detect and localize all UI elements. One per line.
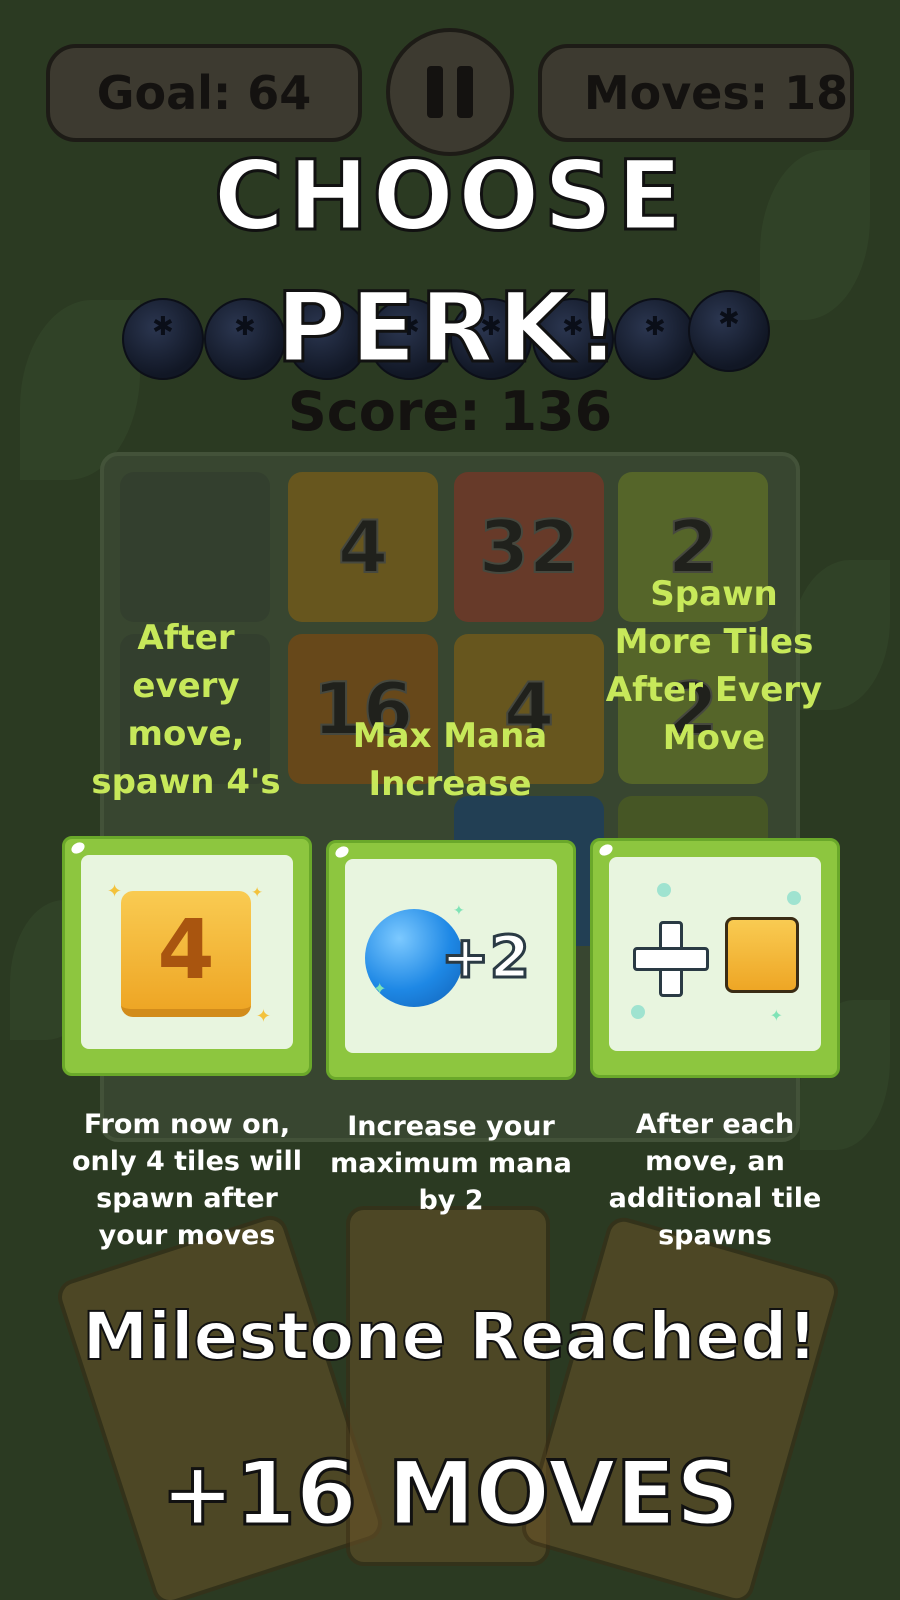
sparkle-icon: ✦ xyxy=(453,903,465,919)
perk-card-max-mana[interactable]: +2 ✦ ✦ xyxy=(326,840,576,1080)
score-label: Score: 136 xyxy=(287,380,613,443)
perk-name: Max Mana Increase xyxy=(352,716,548,804)
bubble-icon xyxy=(657,883,671,897)
perk-card-art: ✦ xyxy=(609,857,821,1051)
card-shine xyxy=(69,840,87,856)
goal-display: Goal: 64 xyxy=(46,44,362,142)
plus-tile-icon xyxy=(725,917,799,993)
perk-card-spawn-more-tiles[interactable]: ✦ xyxy=(590,838,840,1078)
moves-label: Moves: 18 xyxy=(583,66,849,120)
overlay-title-line2: PERK! xyxy=(274,271,625,386)
pause-icon xyxy=(427,66,443,118)
board-cell: 32 xyxy=(454,472,604,622)
card-shine xyxy=(597,842,615,858)
sparkle-icon: ✦ xyxy=(107,881,123,902)
pause-icon-bar xyxy=(457,66,473,118)
perk-card-art: 4 ✦ ✦ ✦ xyxy=(81,855,293,1049)
moves-bonus-banner: +16 MOVES xyxy=(159,1441,740,1547)
tile-4-value: 4 xyxy=(157,902,215,998)
sparkle-icon: ✦ xyxy=(255,1006,271,1027)
mana-bonus: +2 xyxy=(440,922,532,993)
overlay-title-line1: CHOOSE xyxy=(212,139,687,254)
tile-4-icon: 4 xyxy=(121,891,251,1017)
pause-button[interactable] xyxy=(386,28,514,156)
perk-name: Spawn More Tiles After Every Move xyxy=(605,574,823,758)
perk-card-spawn-4s[interactable]: 4 ✦ ✦ ✦ xyxy=(62,836,312,1076)
bubble-icon xyxy=(631,1005,645,1019)
milestone-banner: Milestone Reached! xyxy=(82,1297,819,1376)
sparkle-icon: ✦ xyxy=(769,1006,783,1025)
bubble-icon xyxy=(787,891,801,905)
perk-description: Increase your maximum mana by 2 xyxy=(330,1111,572,1216)
board-cell xyxy=(120,472,270,622)
sparkle-icon: ✦ xyxy=(373,979,387,998)
perk-description: After each move, an additional tile spaw… xyxy=(608,1109,822,1251)
perk-description: From now on, only 4 tiles will spawn aft… xyxy=(71,1109,303,1251)
plus-icon xyxy=(633,921,709,997)
goal-label: Goal: 64 xyxy=(96,66,312,120)
tile-value: 4 xyxy=(337,504,389,590)
moves-display: Moves: 18 xyxy=(538,44,854,142)
perk-card-art: +2 ✦ ✦ xyxy=(345,859,557,1053)
card-shine xyxy=(333,844,351,860)
perk-name: After every move, spawn 4's xyxy=(91,618,281,802)
board-cell: 4 xyxy=(288,472,438,622)
sparkle-icon: ✦ xyxy=(251,885,263,901)
tile-value: 32 xyxy=(478,504,580,590)
